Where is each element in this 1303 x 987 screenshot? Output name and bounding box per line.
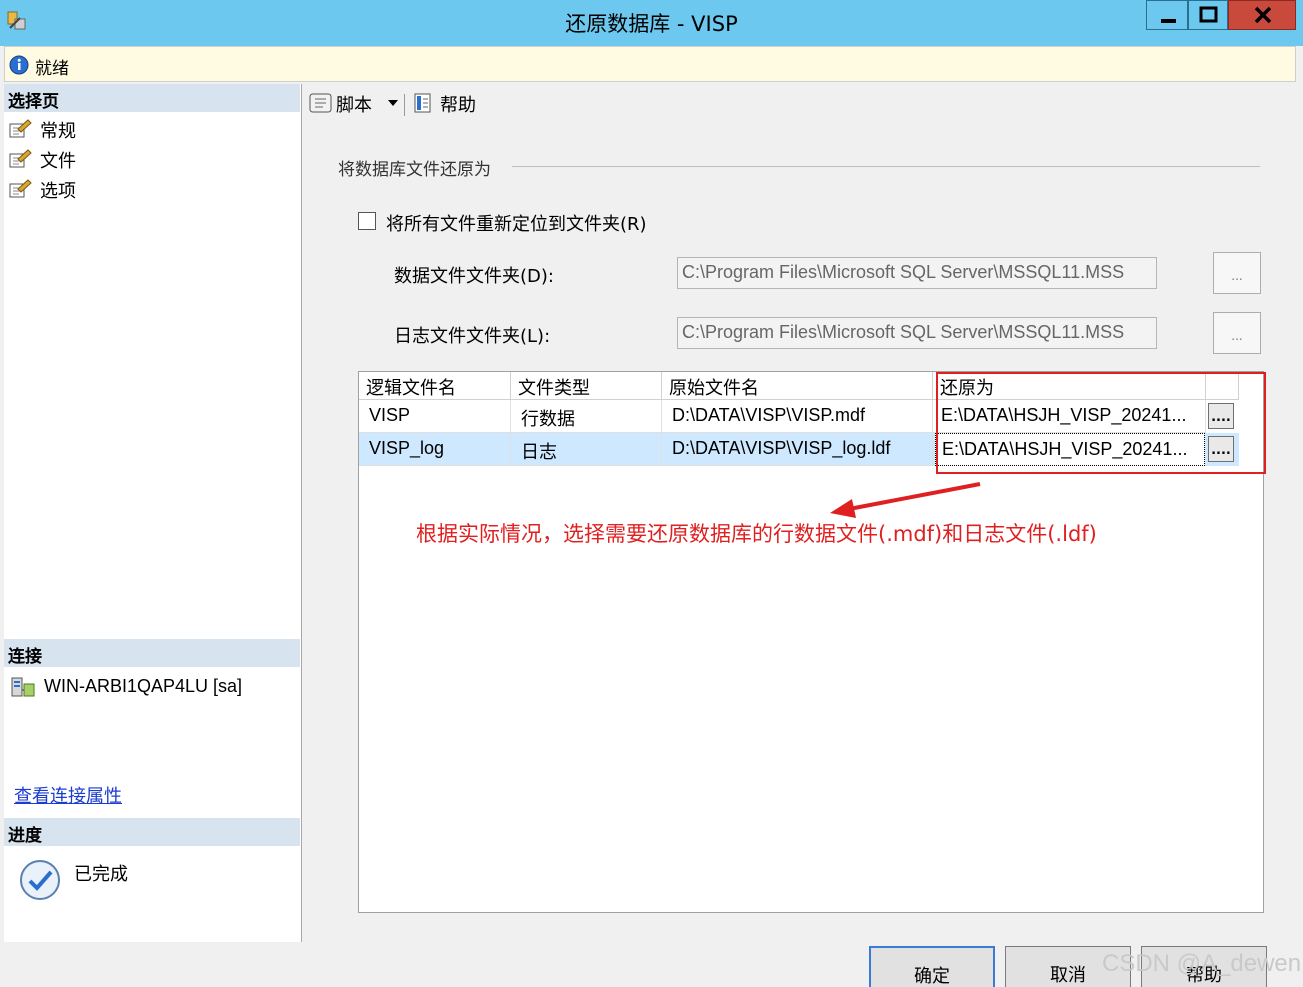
page-icon: [9, 179, 32, 198]
minimize-icon: [1161, 19, 1176, 23]
info-icon: [9, 55, 29, 75]
log-folder-browse-button[interactable]: ...: [1213, 312, 1261, 354]
cell-logical-name: VISP_log: [359, 433, 511, 466]
script-label: 脚本: [336, 95, 372, 116]
main-panel: 脚本 帮助 将数据库文件还原为 将所有文件重新定位到文件夹(R) 数据文件文件夹…: [304, 84, 1296, 942]
watermark: CSDN @A_dewen: [1102, 950, 1302, 977]
log-folder-label: 日志文件文件夹(L):: [394, 326, 551, 347]
toolbar-separator: [404, 94, 405, 116]
close-icon: [1254, 6, 1272, 24]
group-divider: [512, 166, 1260, 167]
column-header-original-file[interactable]: 原始文件名: [662, 372, 933, 400]
status-text: 就绪: [35, 59, 69, 79]
view-connection-properties-link[interactable]: 查看连接属性: [14, 782, 122, 808]
toolbar: 脚本 帮助: [304, 84, 1296, 122]
column-header-logical-name[interactable]: 逻辑文件名: [359, 372, 511, 400]
status-bar: 就绪: [4, 46, 1296, 82]
left-panel: 选择页 常规 文件 选项 连接 WIN-ARBI1QAP4LU [sa] 查看连…: [4, 84, 302, 942]
cell-file-type: 行数据: [511, 400, 662, 433]
group-title: 将数据库文件还原为: [338, 160, 491, 180]
cell-restore-as[interactable]: E:\DATA\HSJH_VISP_20241...: [933, 400, 1206, 433]
page-item-files[interactable]: 文件: [8, 146, 288, 172]
data-folder-label: 数据文件文件夹(D):: [394, 266, 554, 287]
progress-header: 进度: [4, 818, 300, 846]
files-grid: 逻辑文件名 文件类型 原始文件名 还原为 VISP 行数据 D:\DATA\VI…: [358, 371, 1264, 913]
connection-entry: WIN-ARBI1QAP4LU [sa]: [10, 674, 298, 702]
minimize-button[interactable]: [1146, 0, 1188, 30]
data-folder-input[interactable]: C:\Program Files\Microsoft SQL Server\MS…: [677, 257, 1157, 289]
annotation-text: 根据实际情况，选择需要还原数据库的行数据文件(.mdf)和日志文件(.ldf): [416, 522, 1097, 546]
log-folder-input[interactable]: C:\Program Files\Microsoft SQL Server\MS…: [677, 317, 1157, 349]
checkmark-icon: [20, 860, 60, 900]
chevron-down-icon: [388, 100, 398, 106]
page-item-label: 选项: [40, 181, 76, 202]
help-toolbar-button[interactable]: 帮助: [412, 90, 492, 116]
page-item-label: 文件: [40, 151, 76, 172]
help-icon: [414, 93, 431, 113]
close-button[interactable]: [1228, 0, 1296, 30]
relocate-checkbox[interactable]: [358, 212, 376, 230]
table-row[interactable]: VISP_log 日志 D:\DATA\VISP\VISP_log.ldf E:…: [359, 433, 1239, 466]
cell-original-file: D:\DATA\VISP\VISP.mdf: [662, 400, 933, 433]
column-header-file-type[interactable]: 文件类型: [511, 372, 662, 400]
column-header-restore-as[interactable]: 还原为: [933, 372, 1206, 400]
maximize-button[interactable]: [1188, 0, 1228, 30]
relocate-checkbox-label: 将所有文件重新定位到文件夹(R): [386, 214, 647, 235]
connection-header: 连接: [4, 639, 300, 667]
maximize-icon: [1199, 6, 1218, 23]
page-icon: [9, 119, 32, 138]
grid-header: 逻辑文件名 文件类型 原始文件名 还原为: [359, 372, 1263, 400]
cell-file-type: 日志: [511, 433, 662, 466]
cell-restore-as[interactable]: E:\DATA\HSJH_VISP_20241...: [935, 433, 1205, 466]
page-item-general[interactable]: 常规: [8, 116, 288, 142]
window-title: 还原数据库 - VISP: [565, 12, 738, 36]
ok-button[interactable]: 确定: [869, 946, 995, 987]
page-item-label: 常规: [40, 121, 76, 142]
title-bar: 还原数据库 - VISP: [0, 0, 1303, 46]
server-icon: [11, 677, 35, 697]
progress-status: 已完成: [74, 864, 128, 885]
column-header-button: [1206, 372, 1239, 400]
data-folder-browse-button[interactable]: ...: [1213, 252, 1261, 294]
table-row[interactable]: VISP 行数据 D:\DATA\VISP\VISP.mdf E:\DATA\H…: [359, 400, 1239, 433]
page-item-options[interactable]: 选项: [8, 176, 288, 202]
cell-logical-name: VISP: [359, 400, 511, 433]
script-icon: [309, 93, 332, 113]
select-page-header: 选择页: [4, 84, 300, 112]
connection-name: WIN-ARBI1QAP4LU [sa]: [44, 676, 243, 696]
restore-as-browse-button[interactable]: ....: [1208, 403, 1234, 429]
page-icon: [9, 149, 32, 168]
help-label: 帮助: [440, 95, 476, 116]
script-button[interactable]: 脚本: [308, 90, 400, 116]
cell-original-file: D:\DATA\VISP\VISP_log.ldf: [662, 433, 933, 466]
restore-as-browse-button[interactable]: ....: [1208, 436, 1234, 462]
